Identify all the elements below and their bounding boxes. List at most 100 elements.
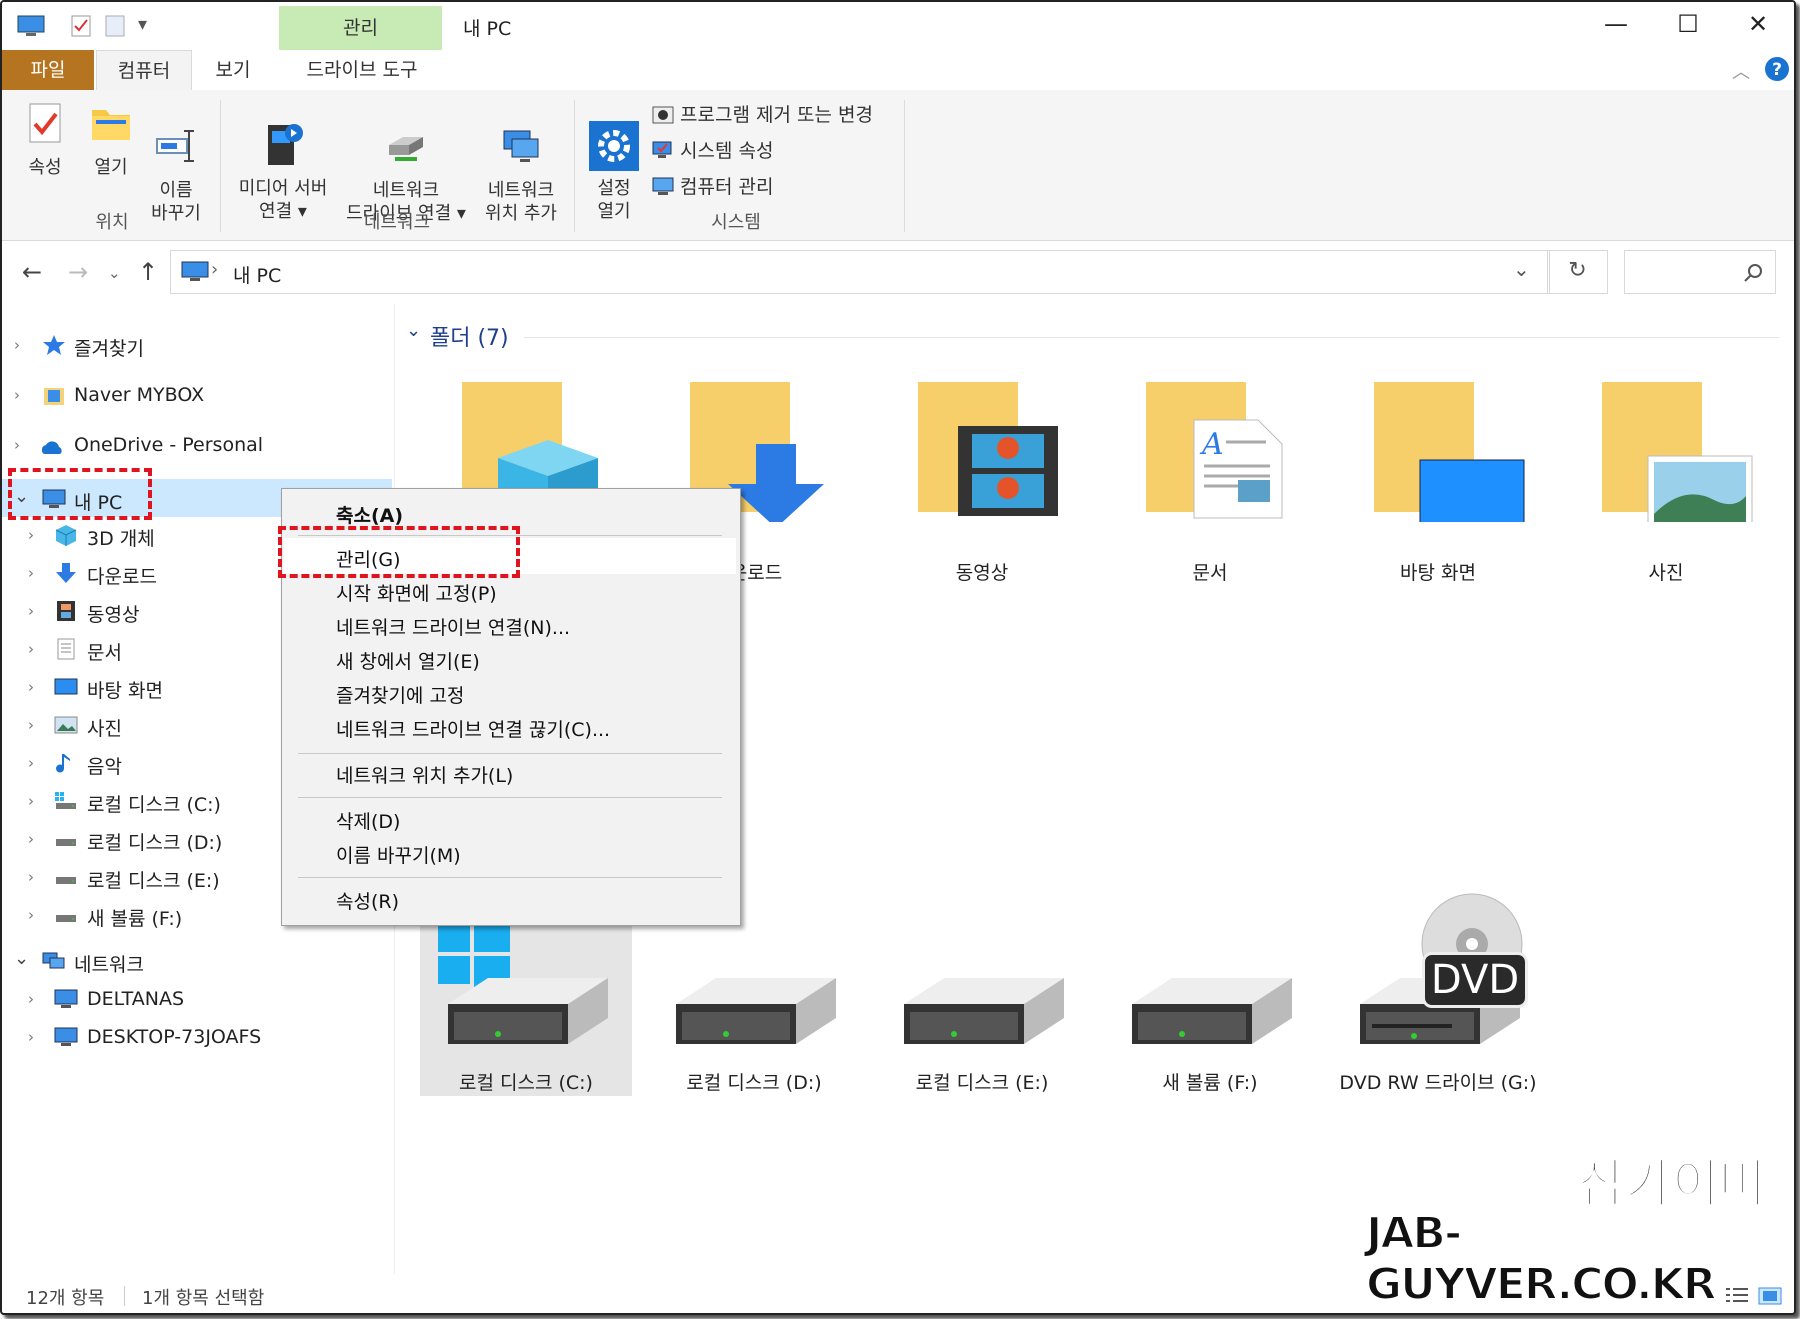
computer-icon[interactable] (16, 14, 46, 38)
section-collapse-chevron-icon[interactable]: ⌄ (406, 320, 421, 341)
section-divider (524, 337, 1779, 338)
help-icon[interactable]: ? (1764, 56, 1790, 82)
chevron-down-icon[interactable]: ⌄ (14, 948, 29, 969)
folder-videos[interactable] (914, 382, 1074, 522)
drive-c[interactable] (438, 968, 608, 1058)
chevron-right-icon[interactable]: › (28, 990, 34, 1008)
ribbon-separator (904, 100, 905, 232)
forward-arrow-icon[interactable]: → (68, 258, 88, 286)
nav-label: 사진 (87, 718, 122, 740)
menu-item-disconnect-network-drive[interactable]: 네트워크 드라이브 연결 끊기(C)... (336, 715, 610, 742)
folder-label: 동영상 (955, 562, 1009, 584)
menu-item-delete[interactable]: 삭제(D) (336, 807, 400, 834)
open-label: 열기 (94, 157, 128, 178)
new-folder-qat-icon[interactable] (104, 14, 126, 38)
folder-label: 바탕 화면 (1400, 562, 1476, 584)
drive-e[interactable] (894, 968, 1064, 1058)
maximize-button[interactable]: ☐ (1668, 10, 1708, 38)
chevron-right-icon[interactable]: › (14, 386, 20, 404)
network-icon (42, 952, 65, 969)
annotation-highlight-manage (278, 526, 520, 578)
close-button[interactable]: ✕ (1738, 10, 1778, 38)
chevron-right-icon[interactable]: › (28, 602, 34, 620)
chevron-right-icon[interactable]: › (28, 640, 34, 658)
properties-qat-icon[interactable] (70, 14, 92, 38)
system-properties-item[interactable]: 시스템 속성 (652, 136, 773, 163)
status-divider (124, 1286, 125, 1306)
chevron-right-icon[interactable]: › (28, 830, 34, 848)
tab-drive-tools[interactable]: 드라이브 도구 (282, 50, 442, 90)
nav-label: 로컬 디스크 (E:) (87, 870, 220, 892)
window-title: 내 PC (463, 18, 512, 40)
tab-computer[interactable]: 컴퓨터 (96, 50, 192, 91)
folder-open-icon (92, 110, 130, 140)
ribbon-separator (574, 100, 575, 232)
ribbon-tab-bar: 파일 컴퓨터 보기 드라이브 도구 ︿ ? (2, 50, 1794, 91)
drive-f[interactable] (1122, 968, 1292, 1058)
nav-label: 3D 개체 (87, 528, 155, 550)
drive-label: 로컬 디스크 (D:) (686, 1072, 822, 1094)
properties-button[interactable]: 속성 (20, 102, 70, 179)
document-icon (57, 638, 75, 660)
star-icon (43, 335, 65, 355)
folder-documents[interactable]: A (1142, 382, 1302, 522)
menu-item-pin-to-start[interactable]: 시작 화면에 고정(P) (336, 579, 497, 606)
chevron-right-icon[interactable]: › (28, 1028, 34, 1046)
folder-pictures[interactable] (1598, 382, 1758, 522)
minimize-button[interactable]: — (1596, 10, 1636, 38)
up-arrow-icon[interactable]: ↑ (138, 258, 158, 286)
menu-item-pin-quick-access[interactable]: 즐겨찾기에 고정 (336, 681, 464, 708)
network-drive-icon (389, 137, 423, 161)
chevron-right-icon[interactable]: › (28, 716, 34, 734)
address-dropdown-icon[interactable]: ⌄ (1513, 257, 1530, 281)
chevron-right-icon[interactable]: › (14, 336, 20, 354)
chevron-right-icon[interactable]: › (28, 906, 34, 924)
chevron-right-icon[interactable]: › (28, 564, 34, 582)
picture-icon (54, 716, 78, 734)
menu-separator (298, 877, 722, 878)
watermark-url: JAB-GUYVER.CO.KR (1365, 1207, 1718, 1311)
collapse-ribbon-icon[interactable]: ︿ (1732, 58, 1750, 84)
qat-dropdown-icon[interactable]: ▾ (138, 14, 147, 35)
chevron-right-icon[interactable]: › (28, 754, 34, 772)
navigation-bar: ← → ⌄ ↑ › 내 PC ⌄ ↻ (2, 240, 1794, 304)
search-icon (1744, 264, 1762, 282)
open-button[interactable]: 열기 (86, 102, 136, 179)
nav-label: 다운로드 (87, 566, 157, 588)
network-location-icon (503, 130, 539, 162)
menu-item-open-new-window[interactable]: 새 창에서 열기(E) (336, 647, 480, 674)
menu-item-collapse[interactable]: 축소(A) (336, 501, 403, 528)
chevron-right-icon[interactable]: › (28, 678, 34, 696)
chevron-right-icon[interactable]: › (28, 792, 34, 810)
svg-text:A: A (1199, 427, 1224, 462)
dvd-badge: DVD (1422, 952, 1528, 1008)
cube-icon (55, 525, 77, 546)
tab-file[interactable]: 파일 (2, 50, 94, 90)
search-input[interactable] (1624, 250, 1776, 294)
uninstall-program-item[interactable]: 프로그램 제거 또는 변경 (652, 100, 873, 127)
back-arrow-icon[interactable]: ← (22, 258, 42, 286)
menu-item-add-network-location[interactable]: 네트워크 위치 추가(L) (336, 761, 513, 788)
chevron-right-icon[interactable]: › (28, 868, 34, 886)
uninstall-label: 프로그램 제거 또는 변경 (680, 104, 873, 126)
nav-label: 동영상 (87, 604, 140, 626)
address-bar[interactable]: › 내 PC ⌄ (170, 250, 1550, 294)
menu-item-properties[interactable]: 속성(R) (336, 887, 399, 914)
computer-management-item[interactable]: 컴퓨터 관리 (652, 172, 773, 199)
chevron-right-icon[interactable]: › (28, 526, 34, 544)
breadcrumb-separator[interactable]: › (211, 259, 218, 280)
drive-tools-context-header: 관리 (279, 6, 442, 50)
chevron-right-icon[interactable]: › (14, 436, 20, 454)
drive-d[interactable] (666, 968, 836, 1058)
breadcrumb-this-pc[interactable]: 내 PC (233, 261, 281, 288)
drive-label: 로컬 디스크 (E:) (915, 1072, 1049, 1094)
menu-item-map-network-drive[interactable]: 네트워크 드라이브 연결(N)... (336, 613, 570, 640)
folders-section-header[interactable]: 폴더 (7) (430, 320, 509, 352)
recent-locations-chevron-icon[interactable]: ⌄ (108, 264, 121, 282)
system-drive-icon (55, 792, 76, 809)
refresh-icon[interactable]: ↻ (1548, 250, 1608, 294)
nav-label: DELTANAS (87, 988, 185, 1010)
menu-item-rename[interactable]: 이름 바꾸기(M) (336, 841, 461, 868)
folder-desktop[interactable] (1370, 382, 1530, 522)
tab-view[interactable]: 보기 (198, 50, 268, 90)
